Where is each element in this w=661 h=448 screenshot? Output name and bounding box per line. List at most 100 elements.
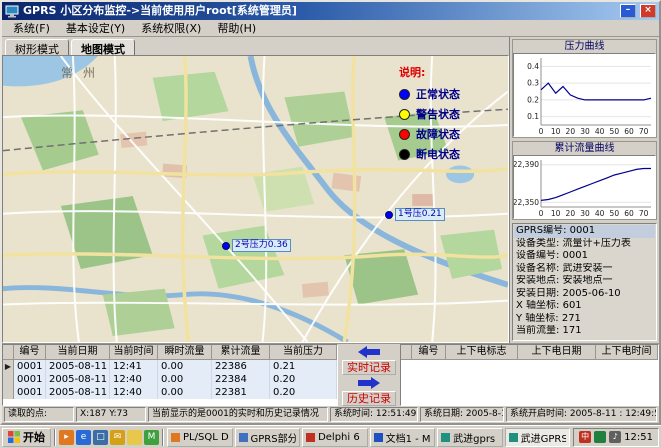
table-cell[interactable]: 0.00 [158, 373, 212, 386]
task-app-icon [374, 433, 383, 442]
station-marker-icon[interactable] [385, 211, 393, 219]
table-cell[interactable]: 22384 [212, 373, 270, 386]
device-info-line[interactable]: 设备类型: 流量计+压力表 [514, 238, 655, 251]
detail-pane: 压力曲线 0.40.30.20.1010203040506070 累计流量曲线 … [510, 37, 659, 343]
taskbar-task-button[interactable]: GPRS部分... [235, 428, 301, 447]
table-cell[interactable]: 0.20 [270, 386, 337, 399]
table-cell[interactable]: 0.20 [270, 373, 337, 386]
taskbar-task-button[interactable]: Delphi 6 [302, 428, 368, 447]
table-cell[interactable]: 12:40 [110, 373, 158, 386]
station-marker-label: 1号压0.21 [395, 208, 445, 221]
device-info-line[interactable]: GPRS编号: 0001 [514, 225, 655, 238]
table-cell[interactable]: 22386 [212, 360, 270, 373]
device-info-line[interactable]: X 轴坐标: 601 [514, 300, 655, 313]
svg-text:30: 30 [580, 127, 590, 136]
mode-tab[interactable]: 树形模式 [5, 39, 69, 55]
task-app-icon [171, 433, 180, 442]
history-record-button[interactable]: 历史记录 [342, 391, 396, 406]
system-tray: 中 ♪ 12:51 [573, 428, 659, 447]
taskbar-task-button[interactable]: 武进GPRS... [505, 428, 571, 447]
table-cell[interactable]: 0.00 [158, 360, 212, 373]
status-segment: 系统时间: 12:51:49 [330, 407, 418, 422]
status-segment: 系统开启时间: 2005-8-11 : 12:49:59 [506, 407, 657, 422]
column-header[interactable]: 当前压力 [270, 345, 337, 360]
ie-icon[interactable]: e [76, 430, 91, 445]
taskbar-task-button[interactable]: 武进gprs [437, 428, 503, 447]
taskbar-separator [162, 429, 164, 446]
svg-text:0: 0 [539, 127, 544, 136]
menu-item[interactable]: 系统(F) [5, 19, 58, 37]
column-header[interactable]: 当前日期 [46, 345, 110, 360]
legend-item: 断电状态 [399, 144, 504, 164]
menu-item[interactable]: 系统权限(X) [133, 19, 209, 37]
taskbar-task-button[interactable]: 文档1 - Mic... [370, 428, 436, 447]
device-info-line[interactable]: 设备编号: 0001 [514, 250, 655, 263]
column-header[interactable]: 上下电标志 [446, 345, 518, 360]
task-label: GPRS部分... [251, 430, 297, 445]
table-cell[interactable]: 0.00 [158, 386, 212, 399]
minimize-button[interactable]: – [620, 4, 636, 18]
column-header[interactable]: 上下电时间 [596, 345, 658, 360]
msn-icon[interactable]: M [144, 430, 159, 445]
transfer-left-arrow-icon[interactable] [358, 346, 380, 358]
legend-title: 说明: [399, 64, 504, 80]
table-cell[interactable]: 0001 [14, 373, 46, 386]
table-cell[interactable]: 0001 [14, 360, 46, 373]
quick-launch-bar: ▸e□✉ M [59, 430, 159, 445]
table-cell[interactable]: 2005-08-11 [46, 373, 110, 386]
table-cell[interactable]: 12:40 [110, 386, 158, 399]
mode-tab[interactable]: 地图模式 [71, 39, 135, 55]
tray-network-icon[interactable] [594, 431, 606, 443]
taskbar-task-button[interactable]: PL/SQL Dev... [167, 428, 233, 447]
menu-item[interactable]: 基本设定(Y) [58, 19, 133, 37]
column-header[interactable]: 编号 [14, 345, 46, 360]
map-pane: 树形模式地图模式 [2, 37, 510, 343]
column-header[interactable]: 上下电日期 [518, 345, 596, 360]
device-info-line[interactable]: 安装地点: 安装地点一 [514, 275, 655, 288]
table-cell[interactable]: 12:41 [110, 360, 158, 373]
map-view[interactable]: 常州 说明: 正常状态警告状态故障状态断电状态 2号压力0.361号压0.21 [2, 55, 509, 343]
transfer-right-arrow-icon[interactable] [358, 377, 380, 389]
row-indicator [3, 386, 14, 399]
folder-icon[interactable] [127, 430, 142, 445]
device-info-list[interactable]: GPRS编号: 0001设备类型: 流量计+压力表设备编号: 0001设备名称:… [512, 223, 657, 341]
task-button-strip: PL/SQL Dev... GPRS部分... Delphi 6文档1 - Mic.… [167, 428, 570, 447]
column-header[interactable]: 编号 [412, 345, 446, 360]
title-bar[interactable]: GPRS 小区分布监控->当前使用用户root[系统管理员] – × [2, 2, 659, 20]
outlook-icon[interactable]: ✉ [110, 430, 125, 445]
table-cell[interactable]: 2005-08-11 [46, 360, 110, 373]
device-info-line[interactable]: 安装日期: 2005-06-10 [514, 288, 655, 301]
status-segment: X:187 Y:73 [76, 407, 146, 422]
device-info-line[interactable]: Y 轴坐标: 271 [514, 313, 655, 326]
close-button[interactable]: × [640, 4, 656, 18]
menu-item[interactable]: 帮助(H) [209, 19, 264, 37]
task-app-icon [509, 433, 518, 442]
svg-text:0.4: 0.4 [527, 62, 539, 71]
svg-text:22,390: 22,390 [514, 160, 539, 169]
table-cell[interactable]: 22381 [212, 386, 270, 399]
column-header[interactable]: 累计流量 [212, 345, 270, 360]
power-events-table[interactable]: 编号上下电标志上下电日期上下电时间 [400, 344, 659, 406]
tray-ime-icon[interactable]: 中 [579, 431, 591, 443]
task-app-icon [306, 433, 315, 442]
station-marker-icon[interactable] [222, 242, 230, 250]
table-cell[interactable]: 0001 [14, 386, 46, 399]
taskbar-clock: 12:51 [624, 432, 653, 443]
tray-volume-icon[interactable]: ♪ [609, 431, 621, 443]
column-header[interactable]: 当前时间 [110, 345, 158, 360]
realtime-record-button[interactable]: 实时记录 [342, 360, 396, 375]
device-info-line[interactable]: 设备名称: 武进安装一 [514, 263, 655, 276]
show-desktop-icon[interactable]: □ [93, 430, 108, 445]
table-cell[interactable]: 0.21 [270, 360, 337, 373]
realtime-table[interactable]: 编号当前日期当前时间瞬时流量累计流量当前压力▶00012005-08-1112:… [2, 344, 338, 406]
column-header[interactable]: 瞬时流量 [158, 345, 212, 360]
row-indicator-header [401, 345, 412, 360]
legend-item: 故障状态 [399, 124, 504, 144]
media-player-icon[interactable]: ▸ [59, 430, 74, 445]
table-cell[interactable]: 2005-08-11 [46, 386, 110, 399]
svg-text:50: 50 [610, 209, 620, 218]
device-info-line[interactable]: 当前流量: 171 [514, 325, 655, 338]
status-dot-icon [399, 109, 410, 120]
svg-text:10: 10 [551, 209, 561, 218]
start-button[interactable]: 开始 [2, 428, 51, 447]
